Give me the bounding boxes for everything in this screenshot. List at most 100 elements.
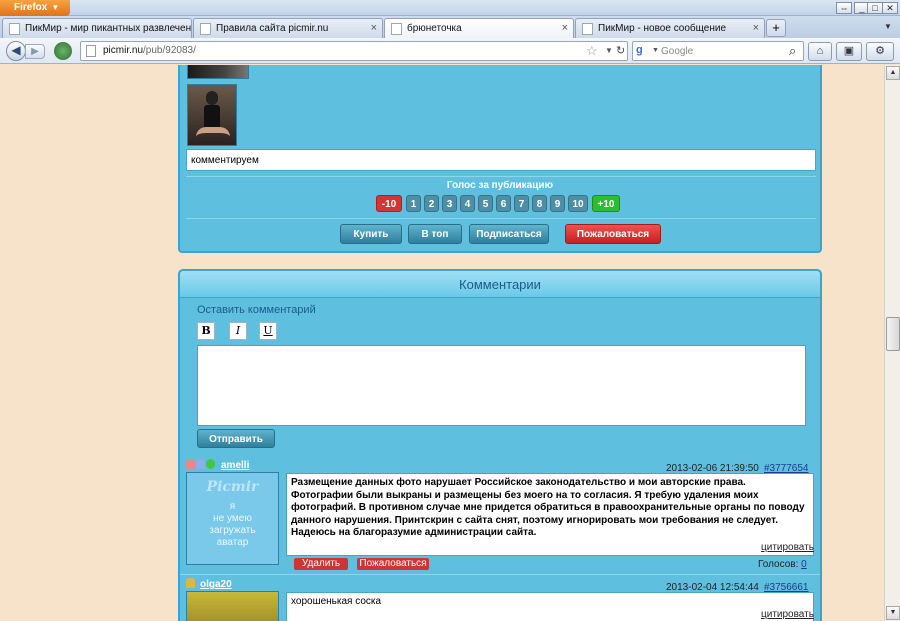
vote-4-button[interactable]: 4 (460, 195, 475, 212)
title-bar: Firefox ▼ ⇔ _ □ ✕ (0, 0, 900, 16)
vote-5-button[interactable]: 5 (478, 195, 493, 212)
search-icon[interactable]: ⌕ (789, 43, 796, 59)
votes-label: Голосов: (758, 559, 799, 570)
photo-thumbnail[interactable] (187, 84, 237, 146)
avatar-text-line: я (229, 501, 236, 512)
close-tab-icon[interactable]: × (753, 19, 759, 38)
vote-2-button[interactable]: 2 (424, 195, 439, 212)
page-viewport: комментируем Голос за публикацию -10 1 2… (0, 65, 884, 621)
bold-button[interactable]: B (197, 322, 215, 340)
forward-arrow-icon[interactable]: ▶ (25, 44, 45, 59)
avatar-text-line: загружать (209, 525, 256, 536)
vote-minus-10-button[interactable]: -10 (376, 195, 402, 212)
new-tab-button[interactable]: + (766, 19, 786, 37)
url-bar[interactable]: picmir.nu/pub/92083/ ☆ ▼ ↻ (80, 41, 628, 61)
cite-link[interactable]: цитировать (761, 609, 814, 620)
vote-plus-10-button[interactable]: +10 (592, 195, 620, 212)
votes-count[interactable]: 0 (801, 559, 807, 570)
page-favicon-icon (582, 23, 593, 35)
history-dropdown-icon[interactable]: ▼ (605, 46, 613, 55)
restore-size-button[interactable]: ⇔ (836, 2, 852, 14)
avatar-logo: Picmir (206, 479, 259, 495)
tab-title: ПикМир - мир пикантных развлечений!... (25, 23, 192, 34)
vote-1-button[interactable]: 1 (406, 195, 421, 212)
buy-button[interactable]: Купить (340, 224, 402, 244)
tab-new-message[interactable]: ПикМир - новое сообщение × (575, 18, 765, 38)
comment-author[interactable]: olga20 (200, 579, 232, 590)
page-favicon-icon (9, 23, 20, 35)
scrollbar-thumb[interactable] (886, 317, 900, 351)
addon-icon[interactable]: ⚙ (866, 42, 894, 61)
close-window-button[interactable]: ✕ (882, 2, 898, 14)
to-top-button[interactable]: В топ (408, 224, 462, 244)
tab-title: ПикМир - новое сообщение (598, 23, 727, 34)
comment-textarea[interactable] (197, 345, 806, 426)
firefox-menu-label: Firefox (14, 2, 48, 13)
page-favicon-icon (391, 23, 402, 35)
comment-author[interactable]: amelli (221, 460, 249, 471)
google-engine-icon[interactable]: g (636, 44, 650, 58)
leave-comment-label: Оставить комментарий (197, 304, 316, 316)
home-icon[interactable]: ⌂ (808, 42, 832, 61)
tab-current[interactable]: брюнеточка × (384, 18, 574, 39)
bookmark-star-icon[interactable]: ☆ (586, 43, 598, 59)
cite-link[interactable]: цитировать (761, 542, 814, 553)
tab-list-chevron-icon[interactable]: ▼ (884, 22, 892, 31)
chevron-down-icon: ▼ (51, 3, 60, 12)
maximize-button[interactable]: □ (867, 2, 883, 14)
publication-comment-field[interactable]: комментируем (186, 149, 816, 171)
site-identity-icon[interactable] (54, 42, 72, 60)
photo-figure-legs (196, 127, 230, 143)
avatar-placeholder-text: я не умею загружать аватар (187, 501, 278, 549)
reload-icon[interactable]: ↻ (616, 44, 625, 57)
tab-rules[interactable]: Правила сайта picmir.nu × (193, 18, 383, 38)
subscribe-button[interactable]: Подписаться (469, 224, 549, 244)
vote-7-button[interactable]: 7 (514, 195, 529, 212)
avatar-text-line: не умею (213, 513, 252, 524)
close-tab-icon[interactable]: × (371, 19, 377, 38)
vote-8-button[interactable]: 8 (532, 195, 547, 212)
vertical-scrollbar[interactable]: ▲ ▼ (884, 65, 900, 621)
vote-10-button[interactable]: 10 (568, 195, 588, 212)
page-favicon-icon (200, 23, 211, 35)
photo-thumbnail[interactable] (187, 65, 249, 79)
close-tab-icon[interactable]: × (562, 19, 568, 38)
underline-button[interactable]: U (259, 322, 277, 340)
publication-panel: комментируем Голос за публикацию -10 1 2… (178, 65, 822, 253)
back-forward-group: ◀ ▶ (6, 41, 46, 61)
avatar-text-line: аватар (216, 537, 249, 548)
avatar[interactable] (186, 591, 279, 621)
navigation-toolbar: ◀ ▶ picmir.nu/pub/92083/ ☆ ▼ ↻ g ▼ Googl… (0, 38, 900, 64)
search-placeholder: Google (661, 46, 694, 57)
firefox-menu-button[interactable]: Firefox ▼ (0, 0, 70, 16)
vote-6-button[interactable]: 6 (496, 195, 511, 212)
delete-comment-button[interactable]: Удалить (294, 558, 348, 570)
back-arrow-icon[interactable]: ◀ (6, 41, 26, 61)
bookmarks-menu-icon[interactable]: ▣ (836, 42, 862, 61)
photo-figure-body (204, 105, 220, 129)
vote-9-button[interactable]: 9 (550, 195, 565, 212)
vote-title: Голос за публикацию (446, 180, 554, 191)
comments-header: Комментарии (178, 269, 822, 299)
url-path: /pub/92083/ (143, 45, 196, 56)
avatar[interactable]: Picmir я не умею загружать аватар (186, 472, 279, 565)
scroll-up-icon[interactable]: ▲ (886, 66, 900, 80)
vote-3-button[interactable]: 3 (442, 195, 457, 212)
comment-votes: Голосов: 0 (758, 559, 807, 570)
divider (180, 574, 820, 575)
search-bar[interactable]: g ▼ Google ⌕ (632, 41, 804, 61)
italic-button[interactable]: I (229, 322, 247, 340)
tab-title: брюнеточка (407, 23, 462, 34)
divider (186, 176, 816, 177)
user-icon (186, 459, 195, 469)
comment-text: Размещение данных фото нарушает Российск… (286, 473, 814, 556)
scroll-down-icon[interactable]: ▼ (886, 606, 900, 620)
tab-picmir-home[interactable]: ПикМир - мир пикантных развлечений!... (2, 18, 192, 38)
report-button[interactable]: Пожаловаться (565, 224, 661, 244)
report-comment-button[interactable]: Пожаловаться (357, 558, 429, 570)
send-comment-button[interactable]: Отправить (197, 429, 275, 448)
comment-text: хорошенькая соска (286, 592, 814, 621)
photo-figure-head (206, 91, 218, 105)
user-icon (186, 578, 195, 588)
engine-dropdown-icon[interactable]: ▼ (652, 47, 659, 54)
